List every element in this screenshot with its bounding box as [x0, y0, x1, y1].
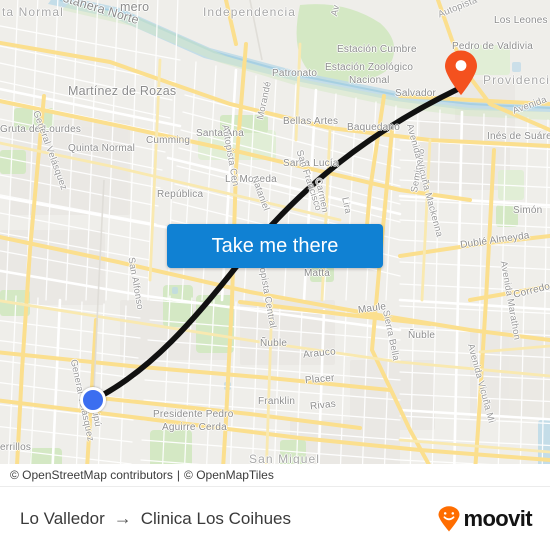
map-label: Quinta Normal	[68, 143, 136, 154]
map-label: Aguirre Cerda	[162, 422, 227, 433]
origin-marker[interactable]	[80, 387, 106, 413]
map-label: Ñuble	[408, 330, 436, 341]
map-label: Martínez de Rozas	[68, 84, 177, 98]
map-label: Matta	[304, 268, 331, 279]
map-label: mero	[120, 0, 150, 14]
map-label: Los Leones	[494, 15, 548, 26]
map-label: Simón	[513, 205, 543, 216]
map-label: Estación Zoológico	[325, 62, 414, 73]
attribution-osm[interactable]: © OpenStreetMap contributors	[10, 468, 173, 482]
map-label: Ñuble	[260, 338, 288, 349]
map-label: Estación Cumbre	[337, 44, 417, 55]
route-summary: Lo Valledor → Clinica Los Coihues	[20, 508, 291, 529]
moovit-logo[interactable]: moovit	[437, 505, 533, 532]
map-label: Bellas Artes	[283, 116, 339, 127]
map-label: Inés de Suárez	[487, 131, 550, 142]
map-label: República	[157, 189, 204, 200]
map-label: Santa Lucía	[283, 158, 339, 169]
map-label: Providencia	[483, 73, 550, 87]
map-label: Baquedano	[347, 122, 400, 133]
map-label: Cumming	[146, 135, 191, 146]
map-label: Presidente Pedro	[153, 409, 234, 420]
map-attribution: © OpenStreetMap contributors | © OpenMap…	[0, 464, 550, 485]
destination-marker[interactable]	[444, 50, 478, 96]
map-label: Salvador	[395, 88, 437, 99]
moovit-wordmark: moovit	[463, 505, 532, 531]
map-label: ta Normal	[2, 5, 64, 19]
map-label: Independencia	[203, 5, 297, 19]
route-footer: Lo Valledor → Clinica Los Coihues moovit	[0, 486, 550, 550]
arrow-right-icon: →	[113, 508, 132, 528]
route-origin-label: Lo Valledor	[20, 508, 105, 528]
take-me-there-button[interactable]: Take me there	[167, 224, 383, 268]
route-destination-label: Clinica Los Coihues	[140, 508, 291, 528]
attribution-maptiles[interactable]: © OpenMapTiles	[184, 468, 274, 482]
map-canvas[interactable]: .wtr { fill:#bcd9e8; } .grn { fill:#d4e8…	[0, 0, 550, 485]
map-label: errillos	[0, 442, 32, 453]
moovit-pin-icon	[438, 505, 460, 531]
map-label: Av	[329, 3, 343, 18]
moovit-route-screen: .wtr { fill:#bcd9e8; } .grn { fill:#d4e8…	[0, 0, 550, 550]
map-label: Franklin	[258, 396, 296, 407]
attribution-separator: |	[176, 468, 181, 482]
map-label: Patronato	[272, 68, 318, 79]
map-label: Nacional	[349, 75, 390, 86]
